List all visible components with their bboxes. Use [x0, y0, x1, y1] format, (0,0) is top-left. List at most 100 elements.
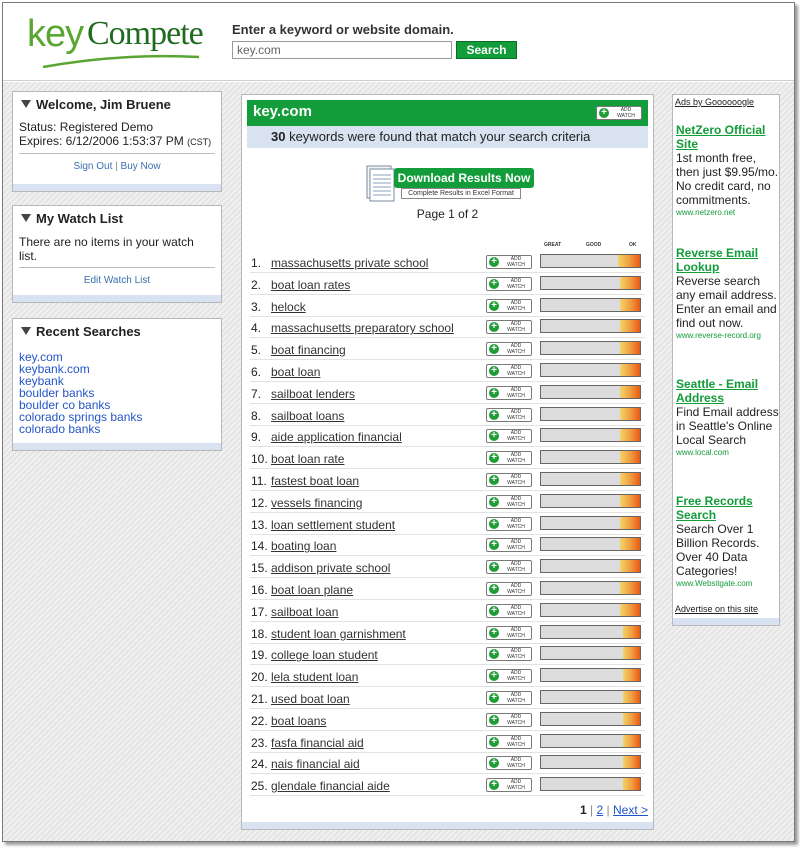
- keycompete-logo[interactable]: key Compete: [27, 13, 204, 71]
- ad-item[interactable]: Reverse Email Lookup Reverse search any …: [676, 246, 780, 342]
- add-watch-button[interactable]: + ADD WATCH: [486, 778, 532, 793]
- add-watch-button[interactable]: + ADD WATCH: [486, 276, 532, 291]
- add-watch-label: ADD WATCH: [507, 757, 525, 770]
- keyword-link[interactable]: nais financial aid: [271, 757, 360, 771]
- search-input[interactable]: [232, 41, 452, 59]
- add-watch-button[interactable]: + ADD WATCH: [486, 516, 532, 531]
- sign-out-link[interactable]: Sign Out: [73, 161, 112, 172]
- plus-icon: +: [489, 496, 499, 507]
- add-watch-button[interactable]: + ADD WATCH: [486, 560, 532, 575]
- keyword-link[interactable]: boat loan plane: [271, 583, 353, 597]
- meter-fill: [620, 582, 640, 594]
- keyword-link[interactable]: boating loan: [271, 539, 336, 553]
- advertise-link[interactable]: Advertise on this site: [675, 604, 758, 614]
- ads-by-link[interactable]: Ads by Goooooogle: [675, 97, 754, 107]
- ad-description: Reverse search any email address. Enter …: [676, 274, 777, 330]
- keyword-link[interactable]: sailboat lenders: [271, 387, 355, 401]
- panel-footer: [13, 295, 221, 302]
- keyword-link[interactable]: massachusetts private school: [271, 256, 428, 270]
- add-watch-label: ADD WATCH: [507, 386, 525, 399]
- add-watch-button[interactable]: + ADD WATCH: [486, 429, 532, 444]
- ad-title[interactable]: NetZero Official Site: [676, 123, 780, 151]
- competition-meter: [540, 428, 641, 443]
- add-watch-button[interactable]: + ADD WATCH: [486, 407, 532, 422]
- ad-title[interactable]: Free Records Search: [676, 494, 780, 522]
- add-watch-button[interactable]: + ADD WATCH: [486, 342, 532, 357]
- ad-description: 1st month free, then just $9.95/mo. No c…: [676, 151, 779, 207]
- add-watch-button[interactable]: + ADD WATCH: [486, 625, 532, 640]
- keyword-link[interactable]: college loan student: [271, 648, 378, 662]
- edit-watchlist-link[interactable]: Edit Watch List: [13, 268, 221, 286]
- logo-swoosh-icon: [42, 54, 200, 69]
- keyword-link[interactable]: boat loan: [271, 365, 320, 379]
- add-watch-button[interactable]: + ADD WATCH: [486, 691, 532, 705]
- add-watch-button[interactable]: + ADD WATCH: [486, 538, 532, 553]
- ad-title[interactable]: Seattle - Email Address: [676, 377, 780, 405]
- keyword-link[interactable]: boat loan rates: [271, 278, 350, 292]
- keyword-link[interactable]: aide application financial: [271, 430, 402, 444]
- keyword-link[interactable]: massachusetts preparatory school: [271, 321, 454, 335]
- collapse-triangle-icon[interactable]: [21, 100, 31, 108]
- ad-item[interactable]: Seattle - Email Address Find Email addre…: [676, 377, 780, 459]
- add-watch-button[interactable]: + ADD WATCH: [486, 255, 532, 269]
- add-watch-button[interactable]: + ADD WATCH: [486, 603, 532, 618]
- meter-fill: [620, 538, 640, 551]
- add-watch-button[interactable]: + ADD WATCH: [486, 734, 532, 749]
- keyword-link[interactable]: lela student loan: [271, 670, 358, 684]
- keyword-link[interactable]: fasfa financial aid: [271, 736, 364, 750]
- link-separator: |: [115, 161, 118, 172]
- results-summary-text: keywords were found that match your sear…: [285, 129, 591, 144]
- recent-search-link[interactable]: colorado banks: [19, 423, 215, 435]
- add-watch-button[interactable]: + ADD WATCH: [486, 451, 532, 466]
- keyword-link[interactable]: loan settlement student: [271, 518, 395, 532]
- keyword-link[interactable]: vessels financing: [271, 496, 362, 510]
- keyword-link[interactable]: used boat loan: [271, 692, 350, 706]
- add-watch-button[interactable]: + ADD WATCH: [486, 647, 532, 662]
- ad-url[interactable]: www.reverse-record.org: [676, 330, 780, 342]
- add-watch-label: ADD WATCH: [507, 779, 525, 792]
- add-watch-button[interactable]: + ADD WATCH: [486, 756, 532, 771]
- competition-meter: [540, 711, 641, 726]
- keyword-link[interactable]: addison private school: [271, 561, 390, 575]
- download-results-button[interactable]: Download Results Now: [394, 168, 534, 188]
- keyword-row: 17. sailboat loan + ADD WATCH: [250, 600, 645, 622]
- row-number: 15.: [251, 561, 268, 576]
- add-watch-button[interactable]: + ADD WATCH: [486, 494, 532, 509]
- add-watch-domain-button[interactable]: + ADD WATCH: [596, 106, 642, 120]
- plus-icon: +: [489, 627, 499, 638]
- ad-item[interactable]: Free Records Search Search Over 1 Billio…: [676, 494, 780, 590]
- keyword-link[interactable]: student loan garnishment: [271, 627, 406, 641]
- ad-url[interactable]: www.netzero.net: [676, 207, 780, 219]
- keyword-link[interactable]: boat loan rate: [271, 452, 344, 466]
- keyword-row: 9. aide application financial + ADD WATCH: [250, 425, 645, 448]
- add-watch-button[interactable]: + ADD WATCH: [486, 385, 532, 400]
- add-watch-button[interactable]: + ADD WATCH: [486, 473, 532, 487]
- add-watch-button[interactable]: + ADD WATCH: [486, 298, 532, 313]
- welcome-panel: Welcome, Jim Bruene Status: Registered D…: [12, 91, 222, 192]
- keyword-link[interactable]: glendale financial aide: [271, 779, 390, 793]
- ad-url[interactable]: www.local.com: [676, 447, 780, 459]
- keyword-link[interactable]: sailboat loan: [271, 605, 338, 619]
- ad-item[interactable]: NetZero Official Site 1st month free, th…: [676, 123, 780, 219]
- add-watch-button[interactable]: + ADD WATCH: [486, 320, 532, 335]
- search-button[interactable]: Search: [456, 41, 517, 59]
- collapse-triangle-icon[interactable]: [21, 327, 31, 335]
- header: key Compete Enter a keyword or website d…: [3, 3, 794, 81]
- add-watch-button[interactable]: + ADD WATCH: [486, 712, 532, 727]
- keyword-link[interactable]: helock: [271, 300, 306, 314]
- keyword-link[interactable]: fastest boat loan: [271, 474, 359, 488]
- keyword-link[interactable]: boat loans: [271, 714, 326, 728]
- add-watch-button[interactable]: + ADD WATCH: [486, 669, 532, 684]
- keyword-link[interactable]: sailboat loans: [271, 409, 344, 423]
- pager-next-link[interactable]: Next >: [613, 803, 648, 817]
- keyword-link[interactable]: boat financing: [271, 343, 346, 357]
- pager-page-2-link[interactable]: 2: [596, 803, 603, 817]
- competition-meter: [540, 363, 641, 377]
- collapse-triangle-icon[interactable]: [21, 214, 31, 222]
- add-watch-button[interactable]: + ADD WATCH: [486, 364, 532, 378]
- expires-line: Expires: 6/12/2006 1:53:37 PM (CST): [19, 134, 215, 149]
- ad-title[interactable]: Reverse Email Lookup: [676, 246, 780, 274]
- buy-now-link[interactable]: Buy Now: [121, 161, 161, 172]
- ad-url[interactable]: www.Websitgate.com: [676, 578, 780, 590]
- add-watch-button[interactable]: + ADD WATCH: [486, 582, 532, 596]
